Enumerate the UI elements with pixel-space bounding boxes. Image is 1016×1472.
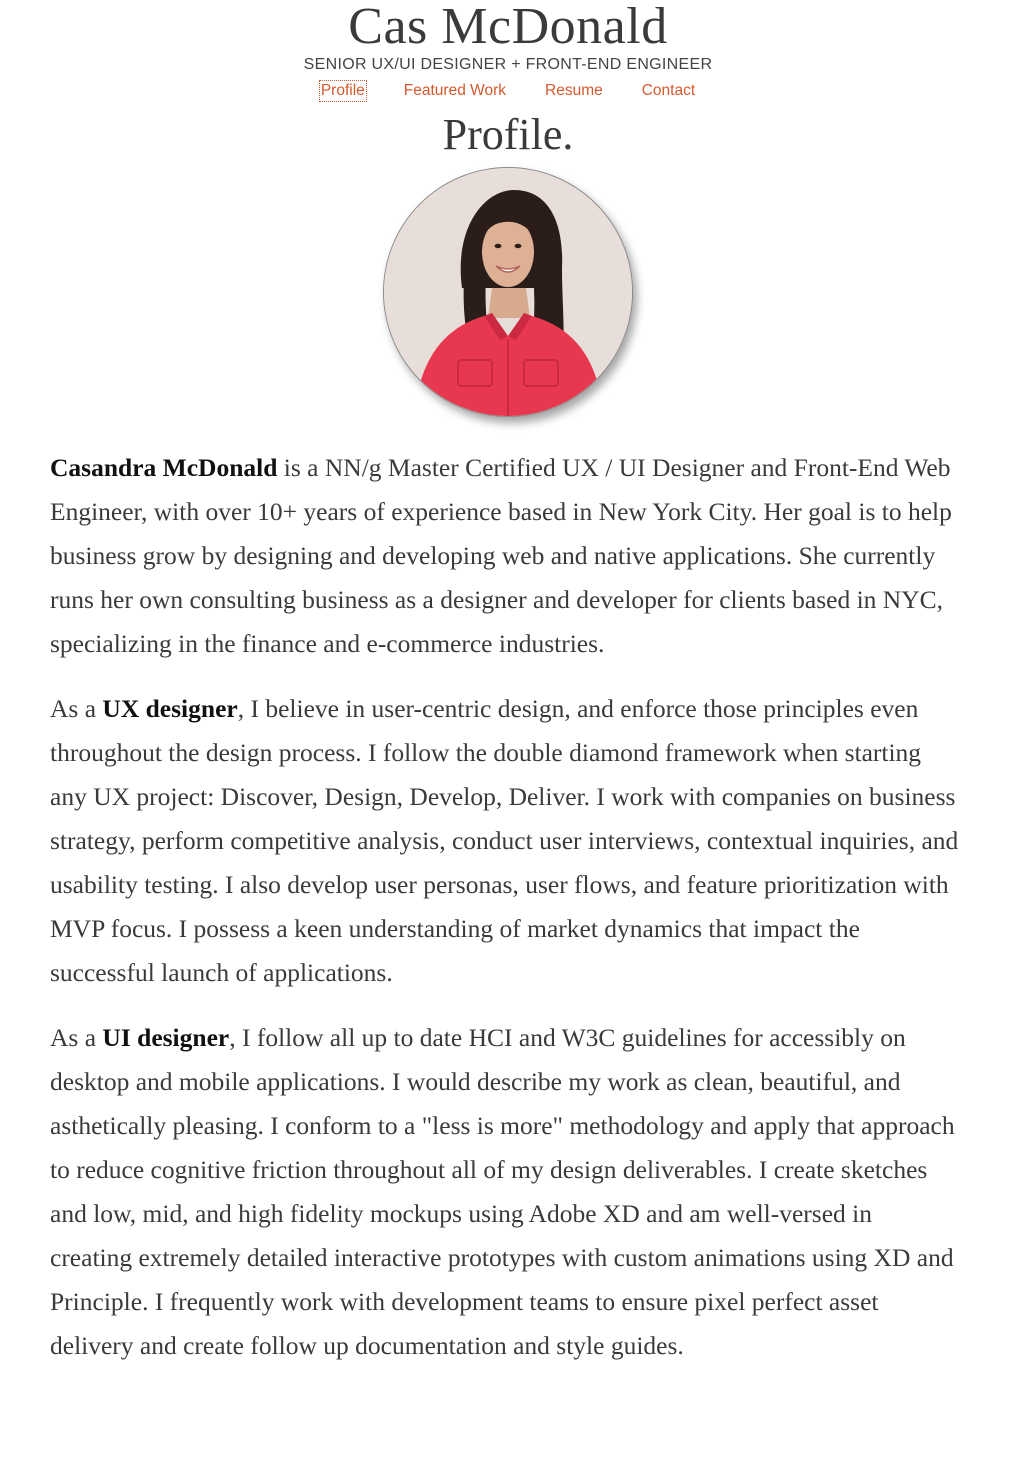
- bio-ui-prefix: As a: [50, 1023, 103, 1052]
- bio-intro-text: is a NN/g Master Certified UX / UI Desig…: [50, 453, 952, 658]
- bio-ux-prefix: As a: [50, 694, 103, 723]
- bio-paragraph-ui: As a UI designer, I follow all up to dat…: [50, 1016, 960, 1368]
- nav-link-profile[interactable]: Profile: [318, 80, 367, 102]
- site-tagline: SENIOR UX/UI DESIGNER + FRONT-END ENGINE…: [303, 56, 713, 73]
- site-title[interactable]: Cas McDonald: [0, 0, 1016, 54]
- nav-link-resume[interactable]: Resume: [545, 82, 603, 100]
- bio-ui-heading: UI designer: [102, 1023, 230, 1052]
- main-nav: Profile Featured Work Resume Contact: [0, 80, 1016, 102]
- bio-ux-heading: UX designer: [102, 694, 238, 723]
- bio-content: Casandra McDonald is a NN/g Master Certi…: [50, 446, 960, 1389]
- profile-photo-icon: [384, 168, 632, 416]
- bio-ux-text: , I believe in user-centric design, and …: [50, 694, 959, 987]
- profile-photo: [383, 167, 633, 417]
- bio-name: Casandra McDonald: [50, 453, 278, 482]
- bio-paragraph-ux: As a UX designer, I believe in user-cent…: [50, 687, 960, 995]
- avatar-container: [0, 167, 1016, 417]
- page-title: Profile.: [442, 110, 574, 159]
- bio-paragraph-intro: Casandra McDonald is a NN/g Master Certi…: [50, 446, 960, 666]
- bio-ui-text: , I follow all up to date HCI and W3C gu…: [50, 1023, 955, 1360]
- nav-link-featured-work[interactable]: Featured Work: [404, 82, 506, 100]
- nav-link-contact[interactable]: Contact: [642, 82, 695, 100]
- site-header: Cas McDonald SENIOR UX/UI DESIGNER + FRO…: [0, 0, 1016, 102]
